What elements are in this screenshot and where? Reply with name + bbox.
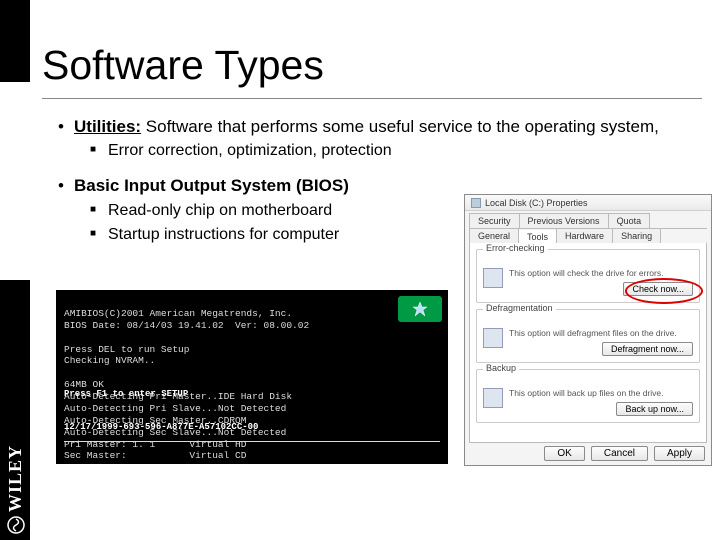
title-underline bbox=[42, 98, 702, 99]
group-desc: This option will defragment files on the… bbox=[509, 328, 677, 338]
bios-screenshot: AMIBIOS(C)2001 American Megatrends, Inc.… bbox=[56, 290, 448, 464]
publisher-name: WILEY bbox=[5, 445, 26, 512]
tools-pane: Error-checking This option will check th… bbox=[469, 243, 707, 443]
group-backup: Backup This option will back up files on… bbox=[476, 369, 700, 423]
tabs-row-2: General Tools Hardware Sharing bbox=[469, 229, 707, 243]
corner-accent bbox=[0, 0, 30, 82]
tab-quota[interactable]: Quota bbox=[608, 213, 651, 228]
group-desc: This option will back up files on the dr… bbox=[509, 388, 664, 398]
subbullet-utilities: ■ Error correction, optimization, protec… bbox=[90, 141, 716, 161]
tab-previous-versions[interactable]: Previous Versions bbox=[519, 213, 609, 228]
bios-sub1: Read-only chip on motherboard bbox=[108, 201, 332, 221]
backup-icon bbox=[483, 388, 503, 408]
bios-label: Basic Input Output System (BIOS) bbox=[74, 176, 349, 195]
bullet-dot: • bbox=[56, 116, 66, 137]
group-error-checking: Error-checking This option will check th… bbox=[476, 249, 700, 303]
bios-sub2: Startup instructions for computer bbox=[108, 225, 339, 245]
bullet-square: ■ bbox=[90, 225, 100, 245]
bios-footer: Press F1 to enter SETUP 12/17/1999-693-5… bbox=[64, 366, 258, 456]
group-label: Defragmentation bbox=[483, 303, 556, 313]
shield-disk-icon bbox=[483, 268, 503, 288]
ok-button[interactable]: OK bbox=[544, 446, 584, 461]
cancel-button[interactable]: Cancel bbox=[591, 446, 648, 461]
dialog-title: Local Disk (C:) Properties bbox=[485, 198, 588, 208]
defragment-now-button[interactable]: Defragment now... bbox=[602, 342, 693, 356]
group-desc: This option will check the drive for err… bbox=[509, 268, 663, 278]
group-label: Error-checking bbox=[483, 243, 548, 253]
utilities-label: Utilities: bbox=[74, 117, 141, 136]
tab-tools[interactable]: Tools bbox=[518, 230, 557, 244]
tabs-row-1: Security Previous Versions Quota bbox=[469, 213, 707, 229]
tab-general[interactable]: General bbox=[469, 229, 519, 243]
tab-sharing[interactable]: Sharing bbox=[612, 229, 661, 243]
drive-icon bbox=[471, 198, 481, 208]
apply-button[interactable]: Apply bbox=[654, 446, 705, 461]
tab-hardware[interactable]: Hardware bbox=[556, 229, 613, 243]
group-defragmentation: Defragmentation This option will defragm… bbox=[476, 309, 700, 363]
properties-dialog: Local Disk (C:) Properties Security Prev… bbox=[464, 194, 712, 466]
dialog-titlebar: Local Disk (C:) Properties bbox=[465, 195, 711, 211]
bullet-dot: • bbox=[56, 175, 66, 196]
publisher-sidebar: WILEY bbox=[0, 280, 30, 540]
bullet-utilities: • Utilities: Software that performs some… bbox=[56, 116, 716, 137]
energy-badge-icon bbox=[398, 296, 442, 322]
page-title: Software Types bbox=[42, 42, 324, 89]
bullet-square: ■ bbox=[90, 201, 100, 221]
check-now-button[interactable]: Check now... bbox=[623, 282, 693, 296]
backup-now-button[interactable]: Back up now... bbox=[616, 402, 693, 416]
defrag-icon bbox=[483, 328, 503, 348]
utilities-text: Software that performs some useful servi… bbox=[141, 117, 659, 136]
bullet-square: ■ bbox=[90, 141, 100, 161]
group-label: Backup bbox=[483, 363, 519, 373]
utilities-sub: Error correction, optimization, protecti… bbox=[108, 141, 392, 161]
wiley-logo-icon bbox=[6, 516, 24, 534]
tab-security[interactable]: Security bbox=[469, 213, 520, 228]
dialog-buttons: OK Cancel Apply bbox=[544, 446, 705, 461]
